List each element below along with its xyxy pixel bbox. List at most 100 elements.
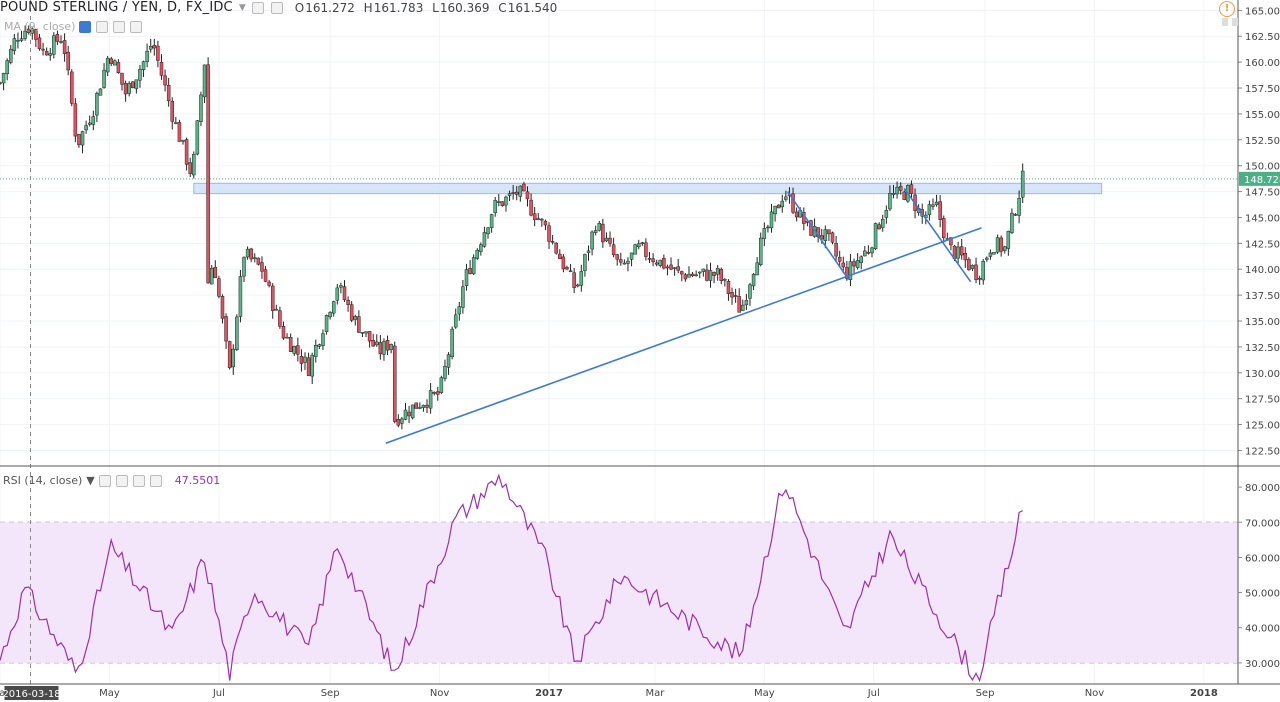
candle-body-down [66, 51, 70, 71]
candle-body-down [554, 242, 558, 254]
candle-body-up [95, 93, 99, 116]
candle-body-down [270, 285, 275, 311]
candle-body-up [410, 404, 415, 419]
candle-body-up [741, 304, 745, 311]
symbol-caret-icon[interactable]: ▼ [239, 3, 246, 13]
candle-body-up [360, 332, 365, 334]
plus-icon[interactable] [132, 474, 145, 487]
eye-icon[interactable] [251, 1, 264, 14]
candle-body-up [536, 218, 541, 220]
candle [827, 229, 831, 241]
candle [676, 259, 680, 274]
time-tick-label: Jul [212, 688, 225, 699]
rsi-caret-icon[interactable]: ▼ [86, 474, 94, 487]
candle [213, 260, 218, 278]
settings-icon[interactable] [115, 474, 128, 487]
time-tick-label: Nov [430, 688, 450, 699]
candle-body-up [479, 244, 483, 252]
candle-body-down [177, 122, 182, 142]
candle-body-down [152, 45, 157, 49]
restore-pane-icon[interactable] [1232, 18, 1238, 26]
settings-icon[interactable] [270, 1, 283, 14]
candle-body-up [5, 60, 9, 75]
candle-body-up [507, 193, 512, 196]
warning-icon[interactable]: ! [1219, 1, 1235, 17]
candle [48, 47, 52, 61]
candle [199, 91, 203, 126]
plus-icon[interactable] [113, 20, 126, 33]
candle [299, 349, 304, 372]
settings-icon[interactable] [96, 20, 109, 33]
candle-body-down [726, 281, 731, 294]
eye-icon[interactable] [79, 20, 92, 33]
candle-body-up [985, 257, 989, 260]
candle [9, 45, 13, 65]
close-icon[interactable] [130, 20, 143, 33]
candle [884, 205, 889, 224]
candle-body-up [590, 231, 594, 250]
candle-body-up [16, 40, 20, 42]
price-tick-label: 162.500 [1245, 32, 1280, 43]
candle [314, 339, 318, 363]
symbol-title: POUND STERLING / YEN, D, FX_IDC [0, 0, 233, 15]
candle-body-down [902, 191, 907, 200]
price-tick-label: 130.000 [1245, 369, 1280, 380]
candle [296, 337, 300, 362]
candle [1006, 230, 1011, 256]
candle-body-up [773, 205, 777, 215]
candle [575, 283, 580, 288]
price-tick-label: 155.000 [1245, 110, 1280, 121]
candle [475, 248, 480, 260]
candle [159, 54, 164, 80]
candle-body-down [654, 262, 659, 265]
candle-body-up [626, 260, 630, 264]
chart-canvas[interactable]: 122.500 125.000 127.500 130.000 132.500 135.0… [0, 0, 1280, 702]
candle-body-down [414, 402, 419, 409]
candle [443, 359, 447, 382]
candle-body-up [317, 344, 322, 347]
candle-body-down [852, 261, 856, 267]
candle-body-down [1013, 214, 1018, 216]
candle-body-up [708, 270, 713, 281]
price-tick-label: 122.500 [1245, 446, 1280, 457]
candle [1013, 213, 1018, 216]
candle-body-up [231, 348, 235, 368]
candle [615, 253, 619, 266]
candle-body-up [245, 248, 250, 258]
candle [902, 190, 907, 201]
candle-body-up [87, 122, 92, 125]
candle [41, 42, 45, 56]
candle [622, 259, 627, 265]
candle-body-down [227, 341, 232, 369]
candle-body-up [988, 252, 993, 257]
close-icon[interactable] [149, 474, 162, 487]
candle [662, 254, 666, 270]
candle-body-up [84, 125, 88, 131]
eye-icon[interactable] [98, 474, 111, 487]
candle-body-up [443, 365, 447, 379]
candle-body-up [486, 227, 490, 235]
candle [1010, 208, 1014, 235]
candle-body-up [927, 204, 932, 215]
price-tick-label: 165.000 [1245, 6, 1280, 17]
candle [471, 254, 476, 276]
candle-body-up [995, 237, 1000, 253]
candle-body-up [1010, 212, 1014, 233]
rsi-tick-label: 50.0000 [1245, 589, 1280, 600]
price-tick-label: 132.500 [1245, 343, 1280, 354]
candle-body-down [680, 271, 684, 275]
maximize-pane-icon[interactable] [1222, 18, 1228, 26]
candle [418, 402, 422, 410]
candle [995, 234, 1000, 254]
candle [209, 264, 214, 285]
candle-body-up [873, 223, 878, 250]
rsi-tick-label: 70.0000 [1245, 518, 1280, 529]
candle [432, 391, 436, 396]
candle [141, 60, 146, 78]
candle [134, 79, 139, 94]
candle-body-up [195, 120, 200, 155]
candle-body-up [1, 73, 6, 84]
candle-body-up [636, 243, 641, 248]
candle [267, 279, 271, 288]
price-tick-label: 140.000 [1245, 265, 1280, 276]
